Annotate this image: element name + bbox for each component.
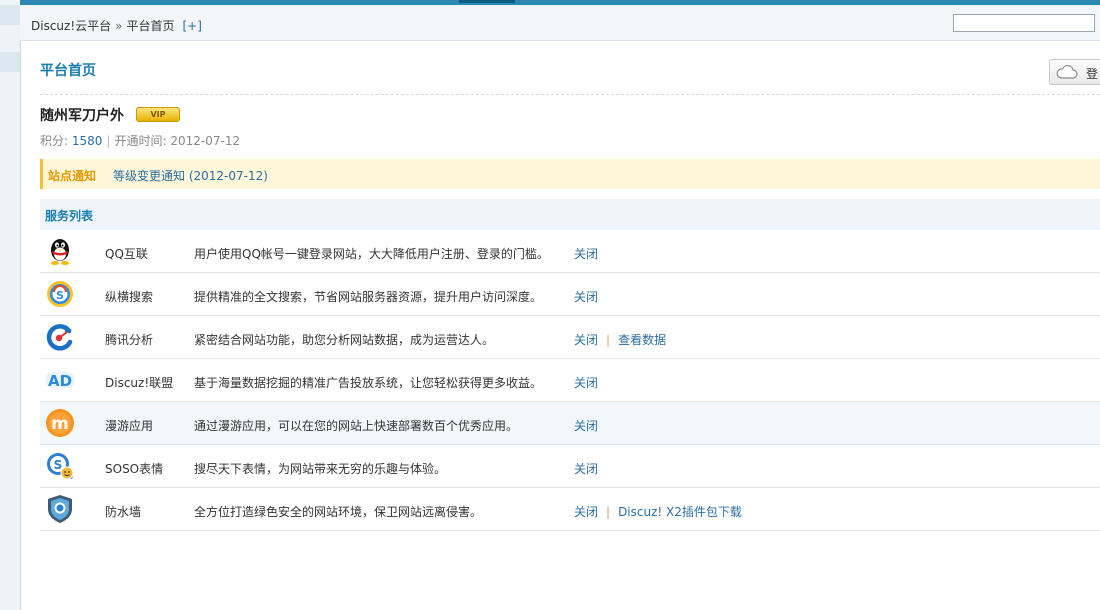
service-row-union: AD Discuz!联盟 基于海量数据挖掘的精准广告投放系统，让您轻松获得更多收… bbox=[40, 359, 1100, 402]
nav-bar: Discuz!云平台 » 平台首页 [+] bbox=[20, 5, 1100, 41]
score-value: 1580 bbox=[71, 134, 103, 148]
service-name: 漫游应用 bbox=[105, 419, 154, 433]
service-description: 基于海量数据挖掘的精准广告投放系统，让您轻松获得更多收益。 bbox=[194, 376, 543, 390]
active-tab-marker bbox=[459, 0, 515, 3]
site-notice: 站点通知 等级变更通知 (2012-07-12) bbox=[40, 159, 1100, 189]
open-time-value: 2012-07-12 bbox=[170, 134, 241, 148]
analytics-icon bbox=[46, 324, 73, 351]
site-name: 随州军刀户外 bbox=[40, 108, 124, 124]
service-description: 紧密结合网站功能，助您分析网站数据，成为运营达人。 bbox=[194, 333, 495, 347]
services-list: QQ互联 用户使用QQ帐号一键登录网站，大大降低用户注册、登录的门槛。 关闭 S… bbox=[40, 230, 1100, 531]
meta-separator: | bbox=[106, 134, 111, 148]
svg-text:m: m bbox=[51, 414, 69, 434]
security-shield-icon bbox=[48, 495, 72, 523]
service-description: 搜尽天下表情，为网站带来无穷的乐趣与体验。 bbox=[194, 462, 447, 476]
close-service-link[interactable]: 关闭 bbox=[574, 333, 598, 347]
service-actions: 关闭 bbox=[574, 245, 598, 262]
close-service-link[interactable]: 关闭 bbox=[574, 462, 598, 476]
plugin-download-link[interactable]: Discuz! X2插件包下载 bbox=[618, 505, 742, 519]
left-strip-block bbox=[0, 5, 20, 25]
service-actions: 关闭 bbox=[574, 417, 598, 434]
cloud-button-label: 登 bbox=[1086, 67, 1099, 81]
breadcrumb-separator: » bbox=[115, 19, 123, 33]
service-row-firewall: 防水墙 全方位打造绿色安全的网站环境，保卫网站远离侵害。 关闭 | Discuz! … bbox=[40, 488, 1100, 531]
notice-link[interactable]: 等级变更通知 (2012-07-12) bbox=[113, 167, 268, 184]
divider bbox=[40, 94, 1100, 95]
service-name: 腾讯分析 bbox=[105, 333, 154, 347]
add-shortcut-button[interactable]: [+] bbox=[183, 19, 202, 33]
service-name: Discuz!联盟 bbox=[105, 376, 174, 390]
svg-text:S: S bbox=[56, 289, 64, 302]
breadcrumb-root-link[interactable]: Discuz!云平台 bbox=[31, 19, 111, 33]
svg-text:AD: AD bbox=[48, 372, 72, 390]
left-strip-block bbox=[0, 52, 20, 72]
service-actions: 关闭 | Discuz! X2插件包下载 bbox=[574, 503, 742, 520]
left-sidebar-strip bbox=[0, 0, 21, 610]
service-description: 提供精准的全文搜索，节省网站服务器资源，提升用户访问深度。 bbox=[194, 290, 543, 304]
cloud-icon bbox=[1056, 65, 1078, 79]
manyou-icon: m bbox=[46, 409, 74, 437]
soso-emoticon-icon: S bbox=[47, 453, 74, 480]
close-service-link[interactable]: 关闭 bbox=[574, 505, 598, 519]
soso-search-icon: S bbox=[47, 281, 73, 307]
service-description: 用户使用QQ帐号一键登录网站，大大降低用户注册、登录的门槛。 bbox=[194, 247, 549, 261]
action-separator: | bbox=[606, 505, 611, 519]
service-name: QQ互联 bbox=[105, 247, 148, 261]
service-row-manyou: m 漫游应用 通过漫游应用，可以在您的网站上快速部署数百个优秀应用。 关闭 bbox=[40, 402, 1100, 445]
close-service-link[interactable]: 关闭 bbox=[574, 376, 598, 390]
breadcrumb: Discuz!云平台 » 平台首页 [+] bbox=[31, 17, 202, 34]
score-label: 积分: bbox=[40, 134, 69, 148]
page-title: 平台首页 bbox=[40, 63, 96, 79]
service-description: 全方位打造绿色安全的网站环境，保卫网站远离侵害。 bbox=[194, 505, 483, 519]
service-actions: 关闭 | 查看数据 bbox=[574, 331, 666, 348]
vip-badge-icon: VIP bbox=[136, 107, 180, 122]
close-service-link[interactable]: 关闭 bbox=[574, 290, 598, 304]
service-actions: 关闭 bbox=[574, 288, 598, 305]
service-actions: 关闭 bbox=[574, 460, 598, 477]
notice-label: 站点通知 bbox=[48, 169, 97, 183]
service-row-analytics: 腾讯分析 紧密结合网站功能，助您分析网站数据，成为运营达人。 关闭 | 查看数据 bbox=[40, 316, 1100, 359]
service-row-search: S 纵横搜索 提供精准的全文搜索，节省网站服务器资源，提升用户访问深度。 关闭 bbox=[40, 273, 1100, 316]
service-row-qq: QQ互联 用户使用QQ帐号一键登录网站，大大降低用户注册、登录的门槛。 关闭 bbox=[40, 230, 1100, 273]
view-data-link[interactable]: 查看数据 bbox=[618, 333, 666, 347]
service-name: SOSO表情 bbox=[105, 462, 164, 476]
service-name: 防水墙 bbox=[105, 505, 142, 519]
service-row-emoticon: S SOSO表情 搜尽天下表情，为网站带来无穷的乐趣与体验。 关闭 bbox=[40, 445, 1100, 488]
action-separator: | bbox=[606, 333, 611, 347]
breadcrumb-current[interactable]: 平台首页 bbox=[126, 19, 174, 33]
site-meta: 积分: 1580 | 开通时间: 2012-07-12 bbox=[40, 132, 240, 149]
ad-union-icon: AD bbox=[46, 372, 74, 390]
cloud-login-button[interactable]: 登 bbox=[1049, 59, 1100, 85]
services-header-label: 服务列表 bbox=[45, 209, 94, 223]
svg-text:S: S bbox=[54, 458, 63, 472]
service-name: 纵横搜索 bbox=[105, 290, 154, 304]
close-service-link[interactable]: 关闭 bbox=[574, 419, 598, 433]
open-time-label: 开通时间: bbox=[114, 134, 167, 148]
close-service-link[interactable]: 关闭 bbox=[574, 247, 598, 261]
search-input[interactable] bbox=[953, 14, 1095, 32]
service-description: 通过漫游应用，可以在您的网站上快速部署数百个优秀应用。 bbox=[194, 419, 519, 433]
service-actions: 关闭 bbox=[574, 374, 598, 391]
services-header: 服务列表 bbox=[40, 199, 1100, 230]
qq-penguin-icon bbox=[51, 239, 69, 265]
